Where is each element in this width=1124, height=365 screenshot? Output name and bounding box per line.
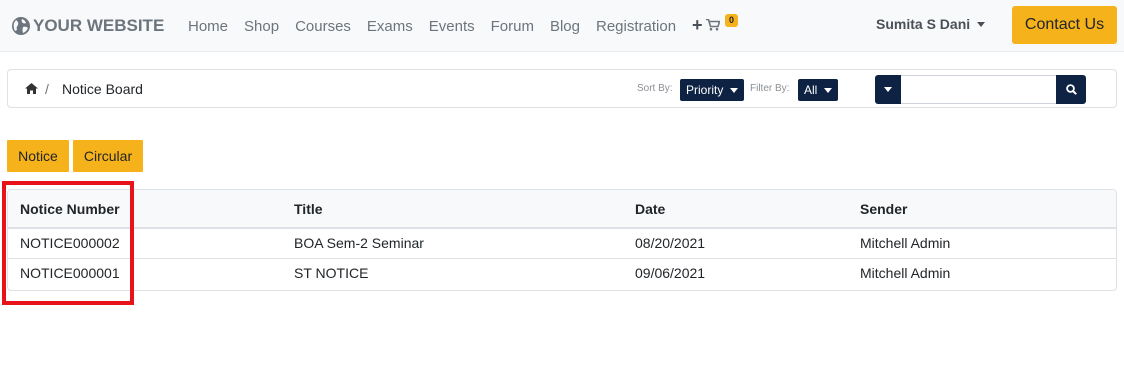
- cell-notice-number[interactable]: NOTICE000001: [8, 257, 282, 288]
- nav-forum[interactable]: Forum: [491, 18, 534, 35]
- nav-exams[interactable]: Exams: [367, 18, 413, 35]
- cart-count-badge: 0: [725, 14, 739, 27]
- table-row[interactable]: NOTICE000001 ST NOTICE 09/06/2021 Mitche…: [8, 257, 1116, 288]
- plus-icon[interactable]: +: [692, 15, 703, 36]
- column-header-notice-number[interactable]: Notice Number: [8, 190, 282, 229]
- cell-sender: Mitchell Admin: [848, 257, 1116, 288]
- nav-registration[interactable]: Registration: [596, 18, 676, 35]
- nav-shop[interactable]: Shop: [244, 18, 279, 35]
- chevron-down-icon: [977, 21, 986, 27]
- chevron-down-icon: [730, 87, 739, 93]
- cell-date: 08/20/2021: [635, 235, 706, 252]
- nav-blog[interactable]: Blog: [550, 18, 580, 35]
- search-icon: [1065, 84, 1077, 95]
- search-input[interactable]: [901, 75, 1056, 104]
- filter-label: Filter By:: [750, 83, 790, 94]
- main-nav: Home Shop Courses Exams Events Forum Blo…: [188, 15, 703, 37]
- user-name: Sumita S Dani: [876, 16, 971, 32]
- cart-icon: [706, 19, 720, 31]
- tab-notice[interactable]: Notice: [7, 140, 69, 172]
- cell-title[interactable]: BOA Sem-2 Seminar: [282, 228, 623, 258]
- nav-courses[interactable]: Courses: [295, 18, 351, 35]
- tab-circular[interactable]: Circular: [73, 140, 143, 172]
- top-navbar: YOUR WEBSITE Home Shop Courses Exams Eve…: [0, 0, 1124, 52]
- nav-events[interactable]: Events: [429, 18, 475, 35]
- breadcrumb-separator: /: [45, 81, 49, 97]
- sort-value: Priority: [686, 83, 724, 97]
- user-menu[interactable]: Sumita S Dani: [876, 16, 986, 32]
- filter-dropdown[interactable]: All: [798, 79, 839, 101]
- column-header-date[interactable]: Date: [623, 190, 848, 229]
- contact-us-button[interactable]: Contact Us: [1012, 6, 1117, 44]
- table-row[interactable]: NOTICE000002 BOA Sem-2 Seminar 08/20/202…: [8, 228, 1116, 258]
- search-options-dropdown[interactable]: [875, 75, 901, 104]
- notice-table: Notice Number Title Date Sender NOTICE00…: [7, 189, 1117, 291]
- sort-label: Sort By:: [637, 83, 673, 94]
- cell-sender: Mitchell Admin: [860, 235, 951, 252]
- home-icon[interactable]: [25, 83, 38, 94]
- filter-value: All: [804, 83, 818, 97]
- column-header-sender[interactable]: Sender: [848, 190, 1116, 229]
- table-header-row: Notice Number Title Date Sender: [8, 190, 1116, 229]
- brand-name: YOUR WEBSITE: [33, 16, 165, 35]
- cell-title[interactable]: ST NOTICE: [282, 257, 623, 288]
- cell-date: 09/06/2021: [623, 257, 848, 288]
- brand-logo[interactable]: YOUR WEBSITE: [11, 14, 164, 38]
- nav-home[interactable]: Home: [188, 18, 228, 35]
- cart-button[interactable]: 0: [706, 14, 740, 36]
- breadcrumb-current: Notice Board: [62, 81, 143, 97]
- cell-notice-number[interactable]: NOTICE000002: [8, 228, 282, 258]
- chevron-down-icon: [884, 87, 892, 92]
- breadcrumb: / Notice Board Sort By: Priority Filter …: [7, 69, 1117, 108]
- column-header-title[interactable]: Title: [282, 190, 623, 229]
- chevron-down-icon: [824, 87, 833, 93]
- globe-icon: [12, 17, 30, 35]
- sort-dropdown[interactable]: Priority: [680, 79, 745, 101]
- search-button[interactable]: [1056, 75, 1086, 104]
- search-group: [875, 75, 1086, 104]
